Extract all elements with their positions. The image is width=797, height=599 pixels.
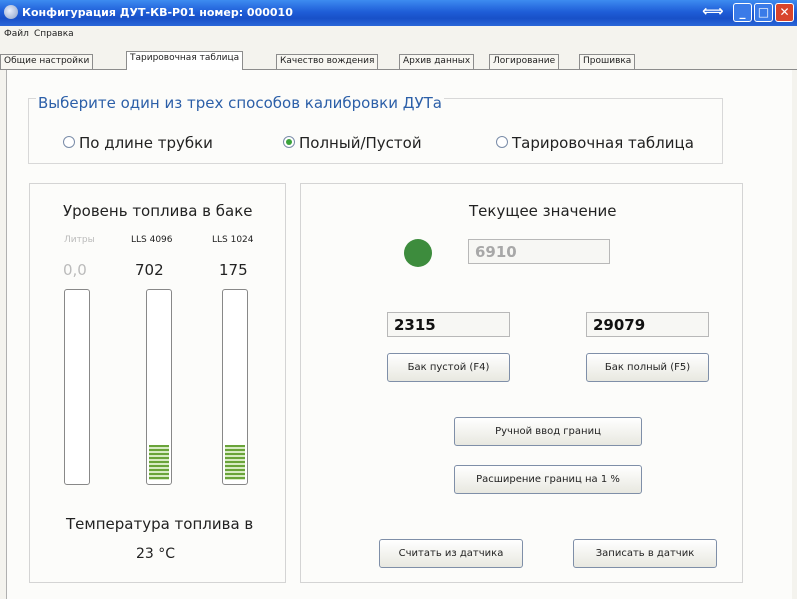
radio-calibration-table-label: Тарировочная таблица [512, 134, 694, 152]
fuel-temperature-value: 23 °C [136, 546, 176, 562]
radio-full-empty[interactable]: Полный/Пустой [283, 134, 422, 152]
lls1024-header: LLS 1024 [212, 235, 254, 245]
window-title: Конфигурация ДУТ-КВ-Р01 номер: 000010 [22, 6, 293, 19]
tab-logging[interactable]: Логирование [489, 54, 560, 69]
liters-header: Литры [64, 235, 95, 245]
maximize-button[interactable]: □ [754, 3, 773, 22]
lls4096-gauge [146, 289, 172, 485]
close-button[interactable]: ✕ [775, 3, 794, 22]
lls4096-header: LLS 4096 [131, 235, 173, 245]
radio-tube-length-label: По длине трубки [79, 134, 213, 152]
lls4096-value: 702 [135, 261, 164, 279]
radio-indicator [283, 136, 295, 148]
menu-file[interactable]: Файл [4, 29, 29, 39]
lls1024-gauge [222, 289, 248, 485]
radio-indicator [63, 136, 75, 148]
lls1024-gauge-fill [225, 444, 245, 480]
status-indicator-led [404, 239, 432, 267]
title-bar: Конфигурация ДУТ-КВ-Р01 номер: 000010 ⟺ … [0, 0, 797, 26]
minimize-button[interactable]: _ [733, 3, 752, 22]
app-window: Конфигурация ДУТ-КВ-Р01 номер: 000010 ⟺ … [0, 0, 797, 599]
manual-bounds-button[interactable]: Ручной ввод границ [454, 417, 642, 446]
resize-arrows-icon[interactable]: ⟺ [702, 3, 724, 22]
current-value-title: Текущее значение [469, 202, 617, 220]
calibration-method-title: Выберите один из трех способов калибровк… [36, 94, 444, 112]
lls4096-gauge-fill [149, 444, 169, 480]
expand-bounds-button[interactable]: Расширение границ на 1 % [454, 465, 642, 494]
radio-indicator [496, 136, 508, 148]
tab-general-settings[interactable]: Общие настройки [0, 54, 94, 69]
app-icon [4, 5, 18, 19]
radio-full-empty-label: Полный/Пустой [299, 134, 422, 152]
empty-value-field[interactable]: 2315 [387, 312, 510, 337]
tab-calibration-table[interactable]: Тарировочная таблица [126, 51, 244, 70]
fuel-level-title: Уровень топлива в баке [63, 202, 253, 220]
write-to-sensor-button[interactable]: Записать в датчик [573, 539, 717, 568]
tab-bar: Общие настройки Тарировочная таблица Кач… [0, 44, 797, 70]
liters-gauge [64, 289, 90, 485]
tab-data-archive[interactable]: Архив данных [399, 54, 475, 69]
menu-help[interactable]: Справка [34, 29, 74, 39]
current-value-field: 6910 [468, 239, 610, 264]
radio-calibration-table[interactable]: Тарировочная таблица [496, 134, 694, 152]
full-value-field[interactable]: 29079 [586, 312, 709, 337]
empty-tank-button[interactable]: Бак пустой (F4) [387, 353, 510, 382]
liters-value: 0,0 [63, 261, 87, 279]
tab-firmware[interactable]: Прошивка [579, 54, 636, 69]
full-tank-button[interactable]: Бак полный (F5) [586, 353, 709, 382]
lls1024-value: 175 [219, 261, 248, 279]
read-from-sensor-button[interactable]: Считать из датчика [379, 539, 523, 568]
tab-driving-quality[interactable]: Качество вождения [276, 54, 379, 69]
menu-bar: Файл Справка [0, 26, 797, 44]
radio-tube-length[interactable]: По длине трубки [63, 134, 213, 152]
fuel-temperature-label: Температура топлива в [66, 515, 254, 533]
